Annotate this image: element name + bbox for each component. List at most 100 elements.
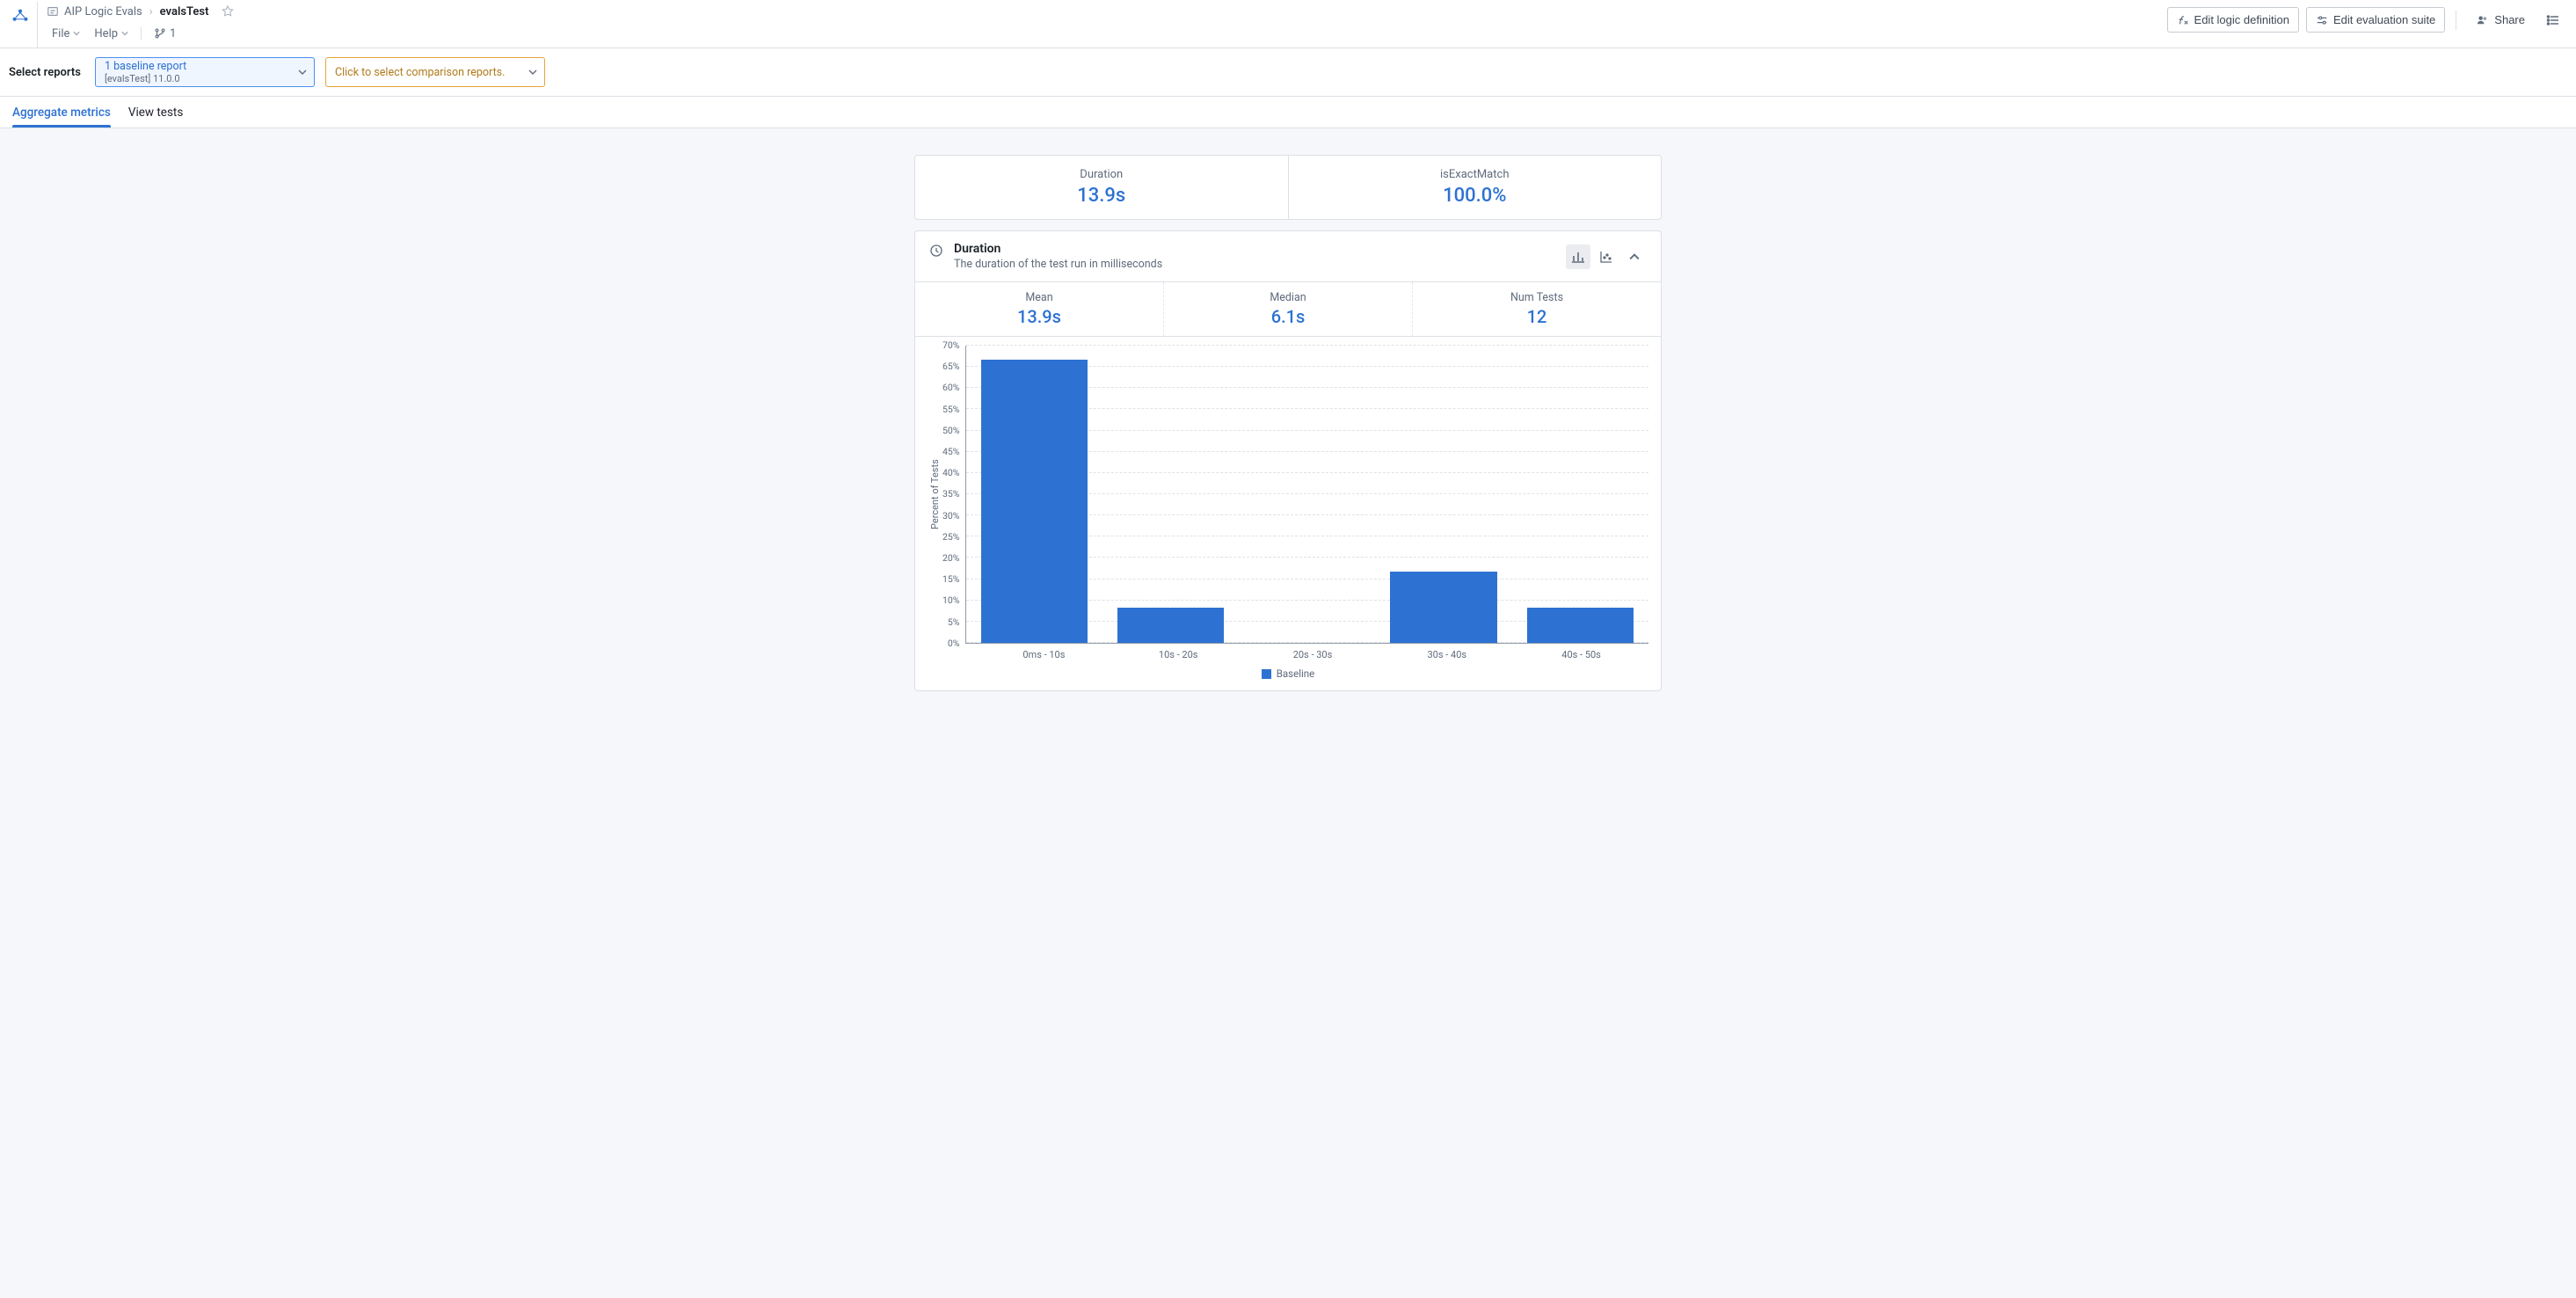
module-icon: [47, 5, 59, 18]
stat-numtests-label: Num Tests: [1413, 291, 1661, 304]
bar-chart-icon: [1571, 250, 1585, 264]
app-header: AIP Logic Evals › evalsTest File Help: [0, 0, 2576, 48]
list-icon: [2546, 13, 2560, 27]
clock-icon: [929, 244, 943, 258]
summary-card: Duration 13.9s isExactMatch 100.0%: [914, 155, 1662, 220]
chart-bin: [1375, 346, 1511, 643]
report-selector-bar: Select reports 1 baseline report [evalsT…: [0, 48, 2576, 97]
stat-mean: Mean 13.9s: [915, 282, 1163, 336]
y-tick: 0%: [942, 638, 960, 649]
chart-x-ticks: 0ms - 10s10s - 20s20s - 30s30s - 40s40s …: [977, 644, 1648, 660]
edit-suite-button[interactable]: Edit evaluation suite: [2306, 7, 2445, 33]
summary-duration-value: 13.9s: [915, 185, 1288, 207]
duration-card: Duration The duration of the test run in…: [914, 230, 1662, 691]
selector-label: Select reports: [9, 66, 81, 79]
chart-legend: Baseline: [928, 667, 1648, 680]
tab-view-tests[interactable]: View tests: [128, 98, 183, 127]
star-icon: [221, 4, 235, 18]
x-tick: 30s - 40s: [1379, 644, 1514, 660]
caret-down-icon: [528, 68, 537, 77]
y-tick: 20%: [942, 553, 960, 564]
y-tick: 65%: [942, 361, 960, 372]
sliders-icon: [2316, 14, 2328, 26]
y-tick: 55%: [942, 405, 960, 415]
chart-y-axis-label: Percent of Tests: [928, 346, 942, 644]
stat-numtests-value: 12: [1413, 306, 1661, 327]
stat-median-value: 6.1s: [1164, 306, 1412, 327]
caret-down-icon: [121, 30, 128, 37]
summary-duration-label: Duration: [915, 168, 1288, 181]
app-logo: [7, 2, 37, 26]
more-menu-button[interactable]: [2541, 8, 2565, 33]
caret-down-icon: [298, 68, 307, 77]
caret-down-icon: [73, 30, 80, 37]
chart-bar[interactable]: [1527, 608, 1634, 643]
menu-file[interactable]: File: [47, 26, 85, 42]
stat-mean-label: Mean: [915, 291, 1163, 304]
chart-bin: [1239, 346, 1375, 643]
chevron-right-icon: ›: [149, 5, 153, 18]
duration-histogram: Percent of Tests 70%65%60%55%50%45%40%35…: [928, 346, 1648, 680]
breadcrumb-current: evalsTest: [160, 5, 209, 18]
comparison-select-placeholder: Click to select comparison reports.: [335, 66, 518, 79]
edit-logic-button[interactable]: Edit logic definition: [2167, 7, 2299, 33]
chart-bin: [966, 346, 1102, 643]
chart-bin: [1102, 346, 1239, 643]
chevron-up-icon: [1629, 252, 1640, 262]
menu-help[interactable]: Help: [89, 26, 134, 42]
branch-icon: [154, 27, 166, 40]
menu-bar: File Help 1: [47, 23, 235, 44]
duration-title: Duration: [954, 242, 1162, 256]
tab-aggregate-metrics[interactable]: Aggregate metrics: [12, 98, 111, 127]
summary-exactmatch-value: 100.0%: [1289, 185, 1662, 207]
people-icon: [2476, 13, 2489, 26]
y-tick: 35%: [942, 489, 960, 500]
legend-label-baseline: Baseline: [1277, 667, 1315, 680]
collapse-section-button[interactable]: [1622, 244, 1647, 269]
baseline-report-select[interactable]: 1 baseline report [evalsTest] 11.0.0: [95, 57, 315, 87]
branch-indicator[interactable]: 1: [149, 26, 181, 42]
y-tick: 30%: [942, 511, 960, 521]
share-button[interactable]: Share: [2467, 8, 2534, 32]
x-tick: 40s - 50s: [1514, 644, 1648, 660]
stat-median-label: Median: [1164, 291, 1412, 304]
stat-numtests: Num Tests 12: [1412, 282, 1661, 336]
duration-stats-row: Mean 13.9s Median 6.1s Num Tests 12: [915, 282, 1661, 337]
summary-exactmatch[interactable]: isExactMatch 100.0%: [1288, 156, 1662, 219]
y-tick: 25%: [942, 532, 960, 543]
chart-bin: [1512, 346, 1648, 643]
y-tick: 10%: [942, 595, 960, 606]
breadcrumb-root[interactable]: AIP Logic Evals: [47, 5, 142, 18]
baseline-select-title: 1 baseline report: [105, 60, 287, 73]
view-histogram-button[interactable]: [1566, 244, 1590, 269]
x-tick: 20s - 30s: [1246, 644, 1380, 660]
legend-swatch-baseline: [1262, 669, 1271, 679]
chart-bar[interactable]: [1117, 608, 1224, 643]
comparison-report-select[interactable]: Click to select comparison reports.: [325, 57, 545, 87]
x-tick: 10s - 20s: [1111, 644, 1246, 660]
baseline-select-subtitle: [evalsTest] 11.0.0: [105, 73, 287, 84]
duration-subtitle: The duration of the test run in millisec…: [954, 258, 1162, 271]
summary-duration[interactable]: Duration 13.9s: [915, 156, 1288, 219]
logo-icon: [11, 7, 30, 26]
y-tick: 15%: [942, 574, 960, 585]
duration-toolbar: [1566, 244, 1647, 269]
y-tick: 40%: [942, 468, 960, 478]
chart-bar[interactable]: [1390, 572, 1496, 643]
summary-exactmatch-label: isExactMatch: [1289, 168, 1662, 181]
stat-mean-value: 13.9s: [915, 306, 1163, 327]
function-icon: [2177, 14, 2189, 26]
chart-bar[interactable]: [981, 360, 1088, 643]
breadcrumb: AIP Logic Evals › evalsTest: [47, 2, 235, 21]
y-tick: 60%: [942, 383, 960, 393]
star-button[interactable]: [221, 4, 235, 18]
chart-y-ticks: 70%65%60%55%50%45%40%35%30%25%20%15%10%5…: [942, 340, 965, 649]
y-tick: 5%: [942, 617, 960, 628]
view-scatter-button[interactable]: [1594, 244, 1619, 269]
x-tick: 0ms - 10s: [977, 644, 1111, 660]
tab-bar: Aggregate metrics View tests: [0, 97, 2576, 128]
y-tick: 70%: [942, 340, 960, 351]
y-tick: 45%: [942, 447, 960, 457]
menu-separator: [141, 27, 142, 40]
chart-plot-area: [965, 346, 1649, 644]
